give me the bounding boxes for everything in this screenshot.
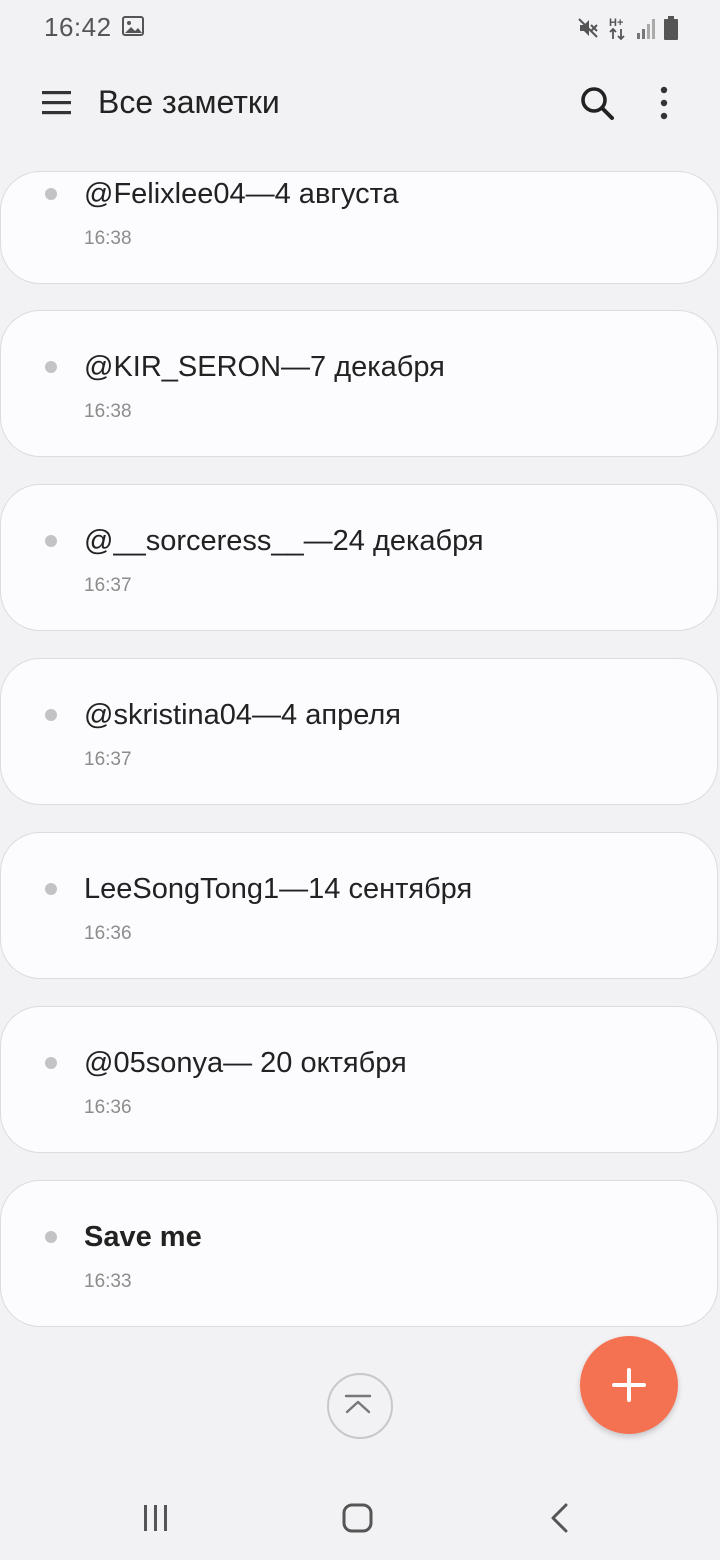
- note-title: @Felixlee04—4 августа: [84, 178, 399, 210]
- add-note-button[interactable]: [580, 1336, 678, 1434]
- note-bullet: [45, 188, 57, 200]
- note-time: 16:36: [84, 923, 132, 944]
- note-bullet: [45, 1231, 57, 1243]
- note-card[interactable]: @Felixlee04—4 августа 16:38: [0, 171, 718, 284]
- note-card[interactable]: LeeSongTong1—14 сентября 16:36: [0, 832, 718, 979]
- note-time: 16:36: [84, 1097, 132, 1118]
- note-title: @skristina04—4 апреля: [84, 699, 401, 731]
- notes-list: @Felixlee04—4 августа 16:38 @KIR_SERON—7…: [0, 152, 720, 1332]
- note-card[interactable]: @05sonya— 20 октября 16:36: [0, 1006, 718, 1153]
- status-icons: H+: [576, 14, 678, 42]
- note-time: 16:38: [84, 228, 132, 249]
- note-title: LeeSongTong1—14 сентября: [84, 873, 473, 905]
- status-time: 16:42: [44, 12, 112, 42]
- notes-screen: 16:42 H+ Все заметки @Felixlee04—4 авгус…: [0, 0, 720, 1560]
- note-card[interactable]: Save me 16:33: [0, 1180, 718, 1327]
- note-time: 16:33: [84, 1271, 132, 1292]
- scroll-to-top-button[interactable]: [327, 1373, 393, 1439]
- home-icon[interactable]: [340, 1502, 376, 1534]
- note-title: Save me: [84, 1221, 202, 1253]
- more-options-icon[interactable]: [648, 84, 680, 122]
- gallery-icon: [122, 16, 144, 36]
- mute-icon: [578, 18, 598, 38]
- note-time: 16:38: [84, 401, 132, 422]
- note-bullet: [45, 361, 57, 373]
- note-card[interactable]: @KIR_SERON—7 декабря 16:38: [0, 310, 718, 457]
- system-nav-bar: [0, 1475, 720, 1560]
- note-card[interactable]: @skristina04—4 апреля 16:37: [0, 658, 718, 805]
- note-bullet: [45, 535, 57, 547]
- app-bar: Все заметки: [0, 56, 720, 152]
- recent-apps-icon[interactable]: [138, 1503, 174, 1533]
- signal-icon: [637, 19, 655, 39]
- search-icon[interactable]: [578, 84, 616, 122]
- note-time: 16:37: [84, 749, 132, 770]
- svg-text:H+: H+: [609, 17, 623, 29]
- h-plus-data-icon: H+: [609, 17, 625, 41]
- plus-icon: [612, 1368, 646, 1402]
- note-bullet: [45, 709, 57, 721]
- note-bullet: [45, 883, 57, 895]
- battery-icon: [664, 16, 678, 40]
- scroll-to-top-icon: [344, 1394, 372, 1414]
- note-title: @KIR_SERON—7 декабря: [84, 351, 445, 383]
- note-bullet: [45, 1057, 57, 1069]
- menu-icon[interactable]: [40, 86, 74, 120]
- back-icon[interactable]: [546, 1502, 574, 1534]
- note-time: 16:37: [84, 575, 132, 596]
- note-card[interactable]: @__sorceress__—24 декабря 16:37: [0, 484, 718, 631]
- note-title: @05sonya— 20 октября: [84, 1047, 407, 1079]
- note-title: @__sorceress__—24 декабря: [84, 525, 484, 557]
- page-title: Все заметки: [98, 84, 280, 120]
- status-bar: 16:42 H+: [0, 0, 720, 56]
